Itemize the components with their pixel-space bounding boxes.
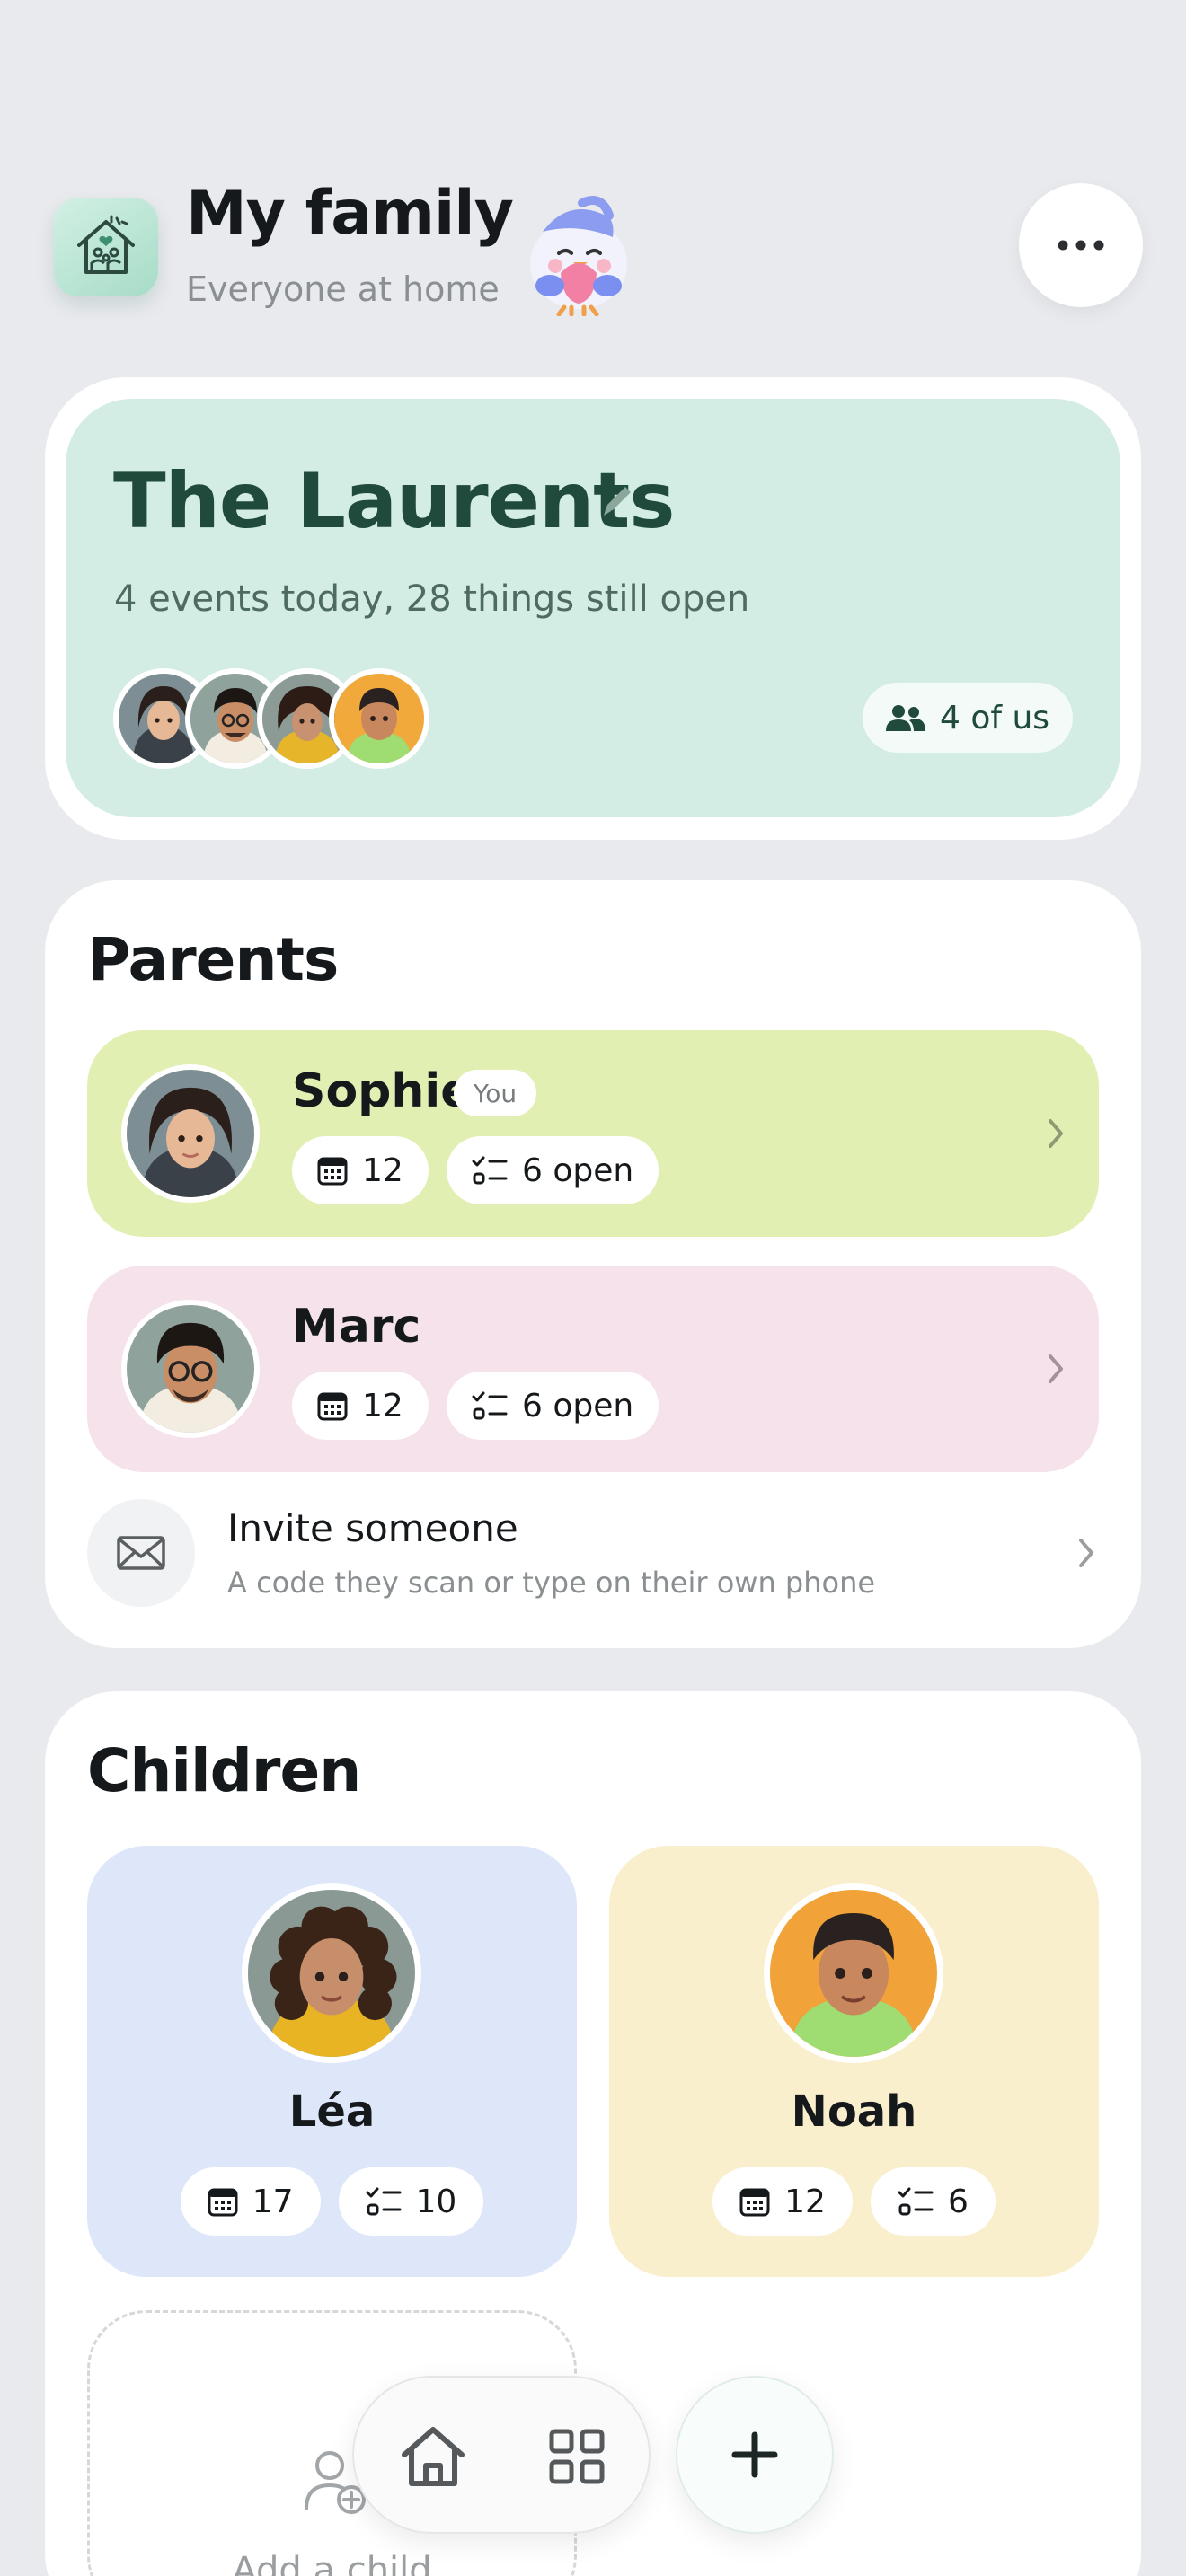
chevron-right-icon xyxy=(1049,1354,1063,1383)
children-title: Children xyxy=(87,1736,361,1805)
parent-name: Marc xyxy=(292,1300,421,1354)
tasks-count-pill: 6 xyxy=(870,2167,996,2236)
child-stats: 12 6 xyxy=(609,2167,1099,2236)
family-house-icon xyxy=(54,198,158,296)
tasks-count-pill: 6 open xyxy=(447,1136,659,1204)
events-count: 12 xyxy=(784,2183,826,2220)
avatar xyxy=(764,1883,943,2063)
child-stats: 17 10 xyxy=(87,2167,577,2236)
child-card-lea[interactable]: Léa 17 10 xyxy=(87,1846,577,2277)
chevron-right-icon xyxy=(1049,1119,1063,1148)
checklist-icon xyxy=(472,1156,508,1185)
members-count-label: 4 of us xyxy=(939,699,1050,737)
family-summary: 4 events today, 28 things still open xyxy=(114,578,750,620)
child-card-noah[interactable]: Noah 12 6 xyxy=(609,1846,1099,2277)
parent-row-sophie[interactable]: Sophie You 12 6 open xyxy=(87,1030,1099,1237)
bottom-nav xyxy=(352,2376,651,2534)
events-count-pill: 12 xyxy=(292,1372,429,1440)
avatar xyxy=(121,1300,260,1438)
child-name: Léa xyxy=(288,2086,376,2137)
calendar-icon xyxy=(317,1157,348,1186)
tasks-count: 6 open xyxy=(522,1151,634,1189)
you-badge: You xyxy=(454,1070,536,1116)
family-name: The Laurents xyxy=(113,456,675,546)
add-button[interactable] xyxy=(676,2376,834,2534)
parents-title: Parents xyxy=(87,925,339,994)
invite-someone-row[interactable]: Invite someone A code they scan or type … xyxy=(87,1495,1099,1612)
events-count-pill: 12 xyxy=(292,1136,429,1204)
events-count: 17 xyxy=(252,2183,294,2220)
tasks-count: 10 xyxy=(415,2183,457,2220)
parent-name: Sophie xyxy=(292,1064,473,1118)
calendar-icon xyxy=(208,2188,238,2217)
chevron-right-icon xyxy=(1079,1539,1093,1567)
bird-mascot-icon xyxy=(519,190,636,317)
avatar xyxy=(329,668,429,769)
invite-title: Invite someone xyxy=(227,1506,518,1550)
more-button[interactable] xyxy=(1019,183,1143,307)
home-icon[interactable] xyxy=(397,2421,469,2492)
header: My family Everyone at home xyxy=(0,0,1186,359)
checklist-icon xyxy=(366,2187,401,2216)
mail-icon xyxy=(87,1499,195,1607)
add-child-label: Add a child xyxy=(232,2550,432,2576)
page-subtitle: Everyone at home xyxy=(186,269,500,309)
child-name: Noah xyxy=(791,2086,917,2137)
grid-icon[interactable] xyxy=(548,2428,606,2485)
checklist-icon xyxy=(472,1391,508,1420)
calendar-icon xyxy=(317,1392,348,1421)
checklist-icon xyxy=(898,2187,934,2216)
page-title: My family xyxy=(186,178,514,249)
avatar xyxy=(121,1064,260,1203)
people-icon xyxy=(885,705,925,731)
events-count: 12 xyxy=(362,1151,403,1189)
tasks-count-pill: 10 xyxy=(338,2167,484,2236)
events-count-pill: 17 xyxy=(180,2167,321,2236)
avatar xyxy=(242,1883,421,2063)
plus-icon xyxy=(731,2431,778,2478)
events-count-pill: 12 xyxy=(712,2167,853,2236)
calendar-icon xyxy=(739,2188,770,2217)
parent-row-marc[interactable]: Marc 12 6 open xyxy=(87,1266,1099,1472)
tasks-count-pill: 6 open xyxy=(447,1372,659,1440)
events-count: 12 xyxy=(362,1387,403,1425)
members-count-pill[interactable]: 4 of us xyxy=(863,683,1073,753)
pencil-icon[interactable] xyxy=(598,480,638,519)
tasks-count: 6 open xyxy=(522,1387,634,1425)
invite-subtitle: A code they scan or type on their own ph… xyxy=(227,1566,876,1600)
tasks-count: 6 xyxy=(947,2183,969,2220)
member-avatars[interactable] xyxy=(113,668,437,769)
more-horizontal-icon xyxy=(1058,240,1104,251)
